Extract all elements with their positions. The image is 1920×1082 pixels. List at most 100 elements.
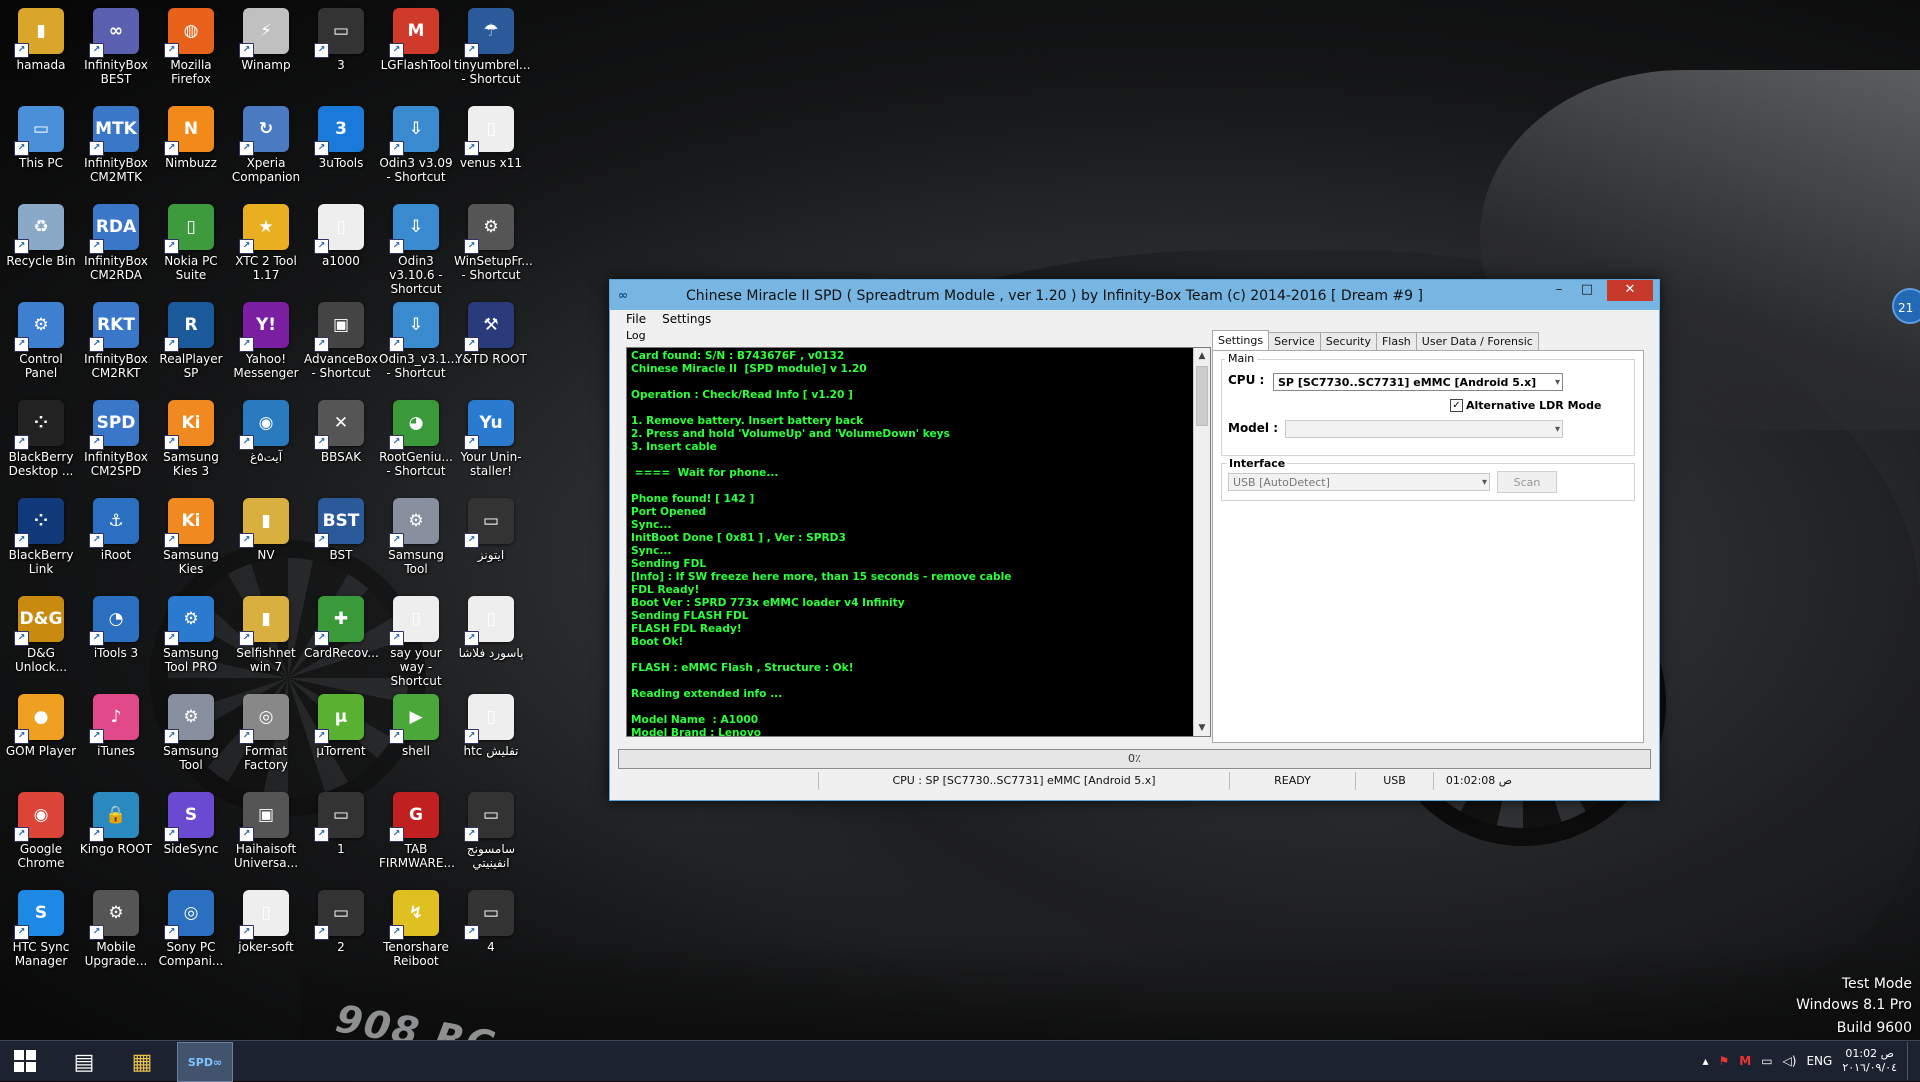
desktop-icon[interactable]: ● ↗ GOM Player bbox=[4, 686, 78, 758]
desktop-icon[interactable]: ▣ ↗ Haihaisoft Universa... bbox=[229, 784, 303, 870]
title-bar[interactable]: ∞ Chinese Miracle II SPD ( Spreadtrum Mo… bbox=[610, 280, 1659, 310]
desktop-icon[interactable]: ▯ ↗ htc تفليش bbox=[454, 686, 528, 758]
desktop-icon[interactable]: ▯ ↗ a1000 bbox=[304, 196, 378, 268]
desktop-icon[interactable]: G ↗ TAB FIRMWARE... bbox=[379, 784, 455, 870]
desktop-icon[interactable]: µ ↗ µTorrent bbox=[304, 686, 378, 758]
desktop-icon[interactable]: 🔒 ↗ Kingo ROOT bbox=[79, 784, 153, 856]
desktop-icon[interactable]: D&G ↗ D&G Unlock... bbox=[4, 588, 78, 674]
tab-security[interactable]: Security bbox=[1319, 332, 1377, 350]
desktop-icon[interactable]: ▭ ↗ 2 bbox=[304, 882, 378, 954]
desktop-icon[interactable]: ▯ ↗ joker-soft bbox=[229, 882, 303, 954]
tab-user-data-forensic[interactable]: User Data / Forensic bbox=[1415, 332, 1539, 350]
desktop-icon[interactable]: Y! ↗ Yahoo! Messenger bbox=[229, 294, 303, 380]
desktop-icon[interactable]: ▮ ↗ Selfishnet win 7 bbox=[229, 588, 303, 674]
show-desktop-button[interactable] bbox=[1907, 1042, 1912, 1080]
desktop-icon[interactable]: ♻ ↗ Recycle Bin bbox=[4, 196, 78, 268]
close-button[interactable]: ✕ bbox=[1607, 280, 1653, 301]
desktop-icon[interactable]: ⁘ ↗ BlackBerry Link bbox=[4, 490, 78, 576]
scroll-thumb[interactable] bbox=[1196, 366, 1208, 426]
desktop-icon[interactable]: ⚙ ↗ Control Panel bbox=[4, 294, 78, 380]
desktop-icon[interactable]: ▯ ↗ پاسورد فلاشا bbox=[454, 588, 528, 660]
log-panel[interactable]: Card found: S/N : B743676F , v0132 Chines… bbox=[626, 347, 1211, 737]
desktop-icon[interactable]: S ↗ HTC Sync Manager bbox=[4, 882, 78, 968]
desktop-icon[interactable]: ▭ ↗ 3 bbox=[304, 0, 378, 72]
desktop-icon[interactable]: ◎ ↗ Sony PC Compani... bbox=[154, 882, 228, 968]
desktop-icon[interactable]: ▭ ↗ سامسونج انفينيتي bbox=[454, 784, 528, 870]
desktop-icon[interactable]: ⚒ ↗ Y&TD ROOT bbox=[454, 294, 528, 366]
desktop-icon[interactable]: ⚡ ↗ Winamp bbox=[229, 0, 303, 72]
scan-button[interactable]: Scan bbox=[1497, 471, 1557, 493]
network-icon[interactable]: ▭ bbox=[1761, 1054, 1772, 1068]
clock[interactable]: 01:02 ص ٢٠١٦/٠٩/٠٤ bbox=[1842, 1047, 1897, 1075]
edge-notification-badge[interactable]: 21 bbox=[1892, 288, 1920, 324]
desktop-icon[interactable]: RKT ↗ InfinityBox CM2RKT bbox=[79, 294, 153, 380]
desktop-icon[interactable]: S ↗ SideSync bbox=[154, 784, 228, 856]
desktop-icon[interactable]: ▯ ↗ say your way - Shortcut bbox=[379, 588, 453, 688]
desktop-icon[interactable]: ▭ ↗ ایتونز bbox=[454, 490, 528, 562]
taskbar-spd-app[interactable]: SPD∞ bbox=[177, 1042, 233, 1082]
desktop-icon[interactable]: ⇩ ↗ Odin3_v3.1... - Shortcut bbox=[379, 294, 458, 380]
menu-file[interactable]: File bbox=[626, 310, 646, 328]
desktop-icon[interactable]: ◕ ↗ RootGeniu... - Shortcut bbox=[379, 392, 453, 478]
maximize-button[interactable]: □ bbox=[1573, 280, 1601, 301]
desktop-icon[interactable]: BST ↗ BST bbox=[304, 490, 378, 562]
scroll-up-icon[interactable]: ▲ bbox=[1194, 348, 1210, 364]
desktop-icon[interactable]: ↻ ↗ Xperia Companion bbox=[229, 98, 303, 184]
interface-select[interactable]: USB [AutoDetect] ▾ bbox=[1228, 473, 1490, 491]
desktop-icon[interactable]: N ↗ Nimbuzz bbox=[154, 98, 228, 170]
desktop-icon[interactable]: ▮ ↗ hamada bbox=[4, 0, 78, 72]
desktop-icon[interactable]: ⚙ ↗ Samsung Tool bbox=[379, 490, 453, 576]
scroll-down-icon[interactable]: ▼ bbox=[1194, 720, 1210, 736]
desktop-icon[interactable]: ▭ ↗ This PC bbox=[4, 98, 78, 170]
spd-window[interactable]: ∞ Chinese Miracle II SPD ( Spreadtrum Mo… bbox=[609, 279, 1660, 801]
desktop-icon[interactable]: RDA ↗ InfinityBox CM2RDA bbox=[79, 196, 153, 282]
desktop-icon[interactable]: Yu ↗ Your Unin-staller! bbox=[454, 392, 528, 478]
desktop-icon[interactable]: ▮ ↗ NV bbox=[229, 490, 303, 562]
tray-expand-icon[interactable]: ▴ bbox=[1702, 1054, 1708, 1068]
taskbar-explorer[interactable]: ▦ bbox=[114, 1042, 170, 1082]
volume-icon[interactable]: ◁) bbox=[1783, 1054, 1797, 1068]
desktop-icon[interactable]: Ki ↗ Samsung Kies bbox=[154, 490, 228, 576]
alt-ldr-checkbox[interactable]: ✓ Alternative LDR Mode bbox=[1450, 399, 1601, 412]
desktop-icon[interactable]: Ki ↗ Samsung Kies 3 bbox=[154, 392, 228, 478]
taskbar-network-app[interactable]: ▤ bbox=[56, 1042, 112, 1082]
m-app-icon[interactable]: M bbox=[1739, 1054, 1751, 1068]
cpu-select[interactable]: SP [SC7730..SC7731] eMMC [Android 5.x] ▾ bbox=[1273, 373, 1563, 391]
desktop-icon[interactable]: ◎ ↗ Format Factory bbox=[229, 686, 303, 772]
desktop-icon[interactable]: ▯ ↗ venus x11 bbox=[454, 98, 528, 170]
desktop-icon[interactable]: ♪ ↗ iTunes bbox=[79, 686, 153, 758]
desktop-icon[interactable]: ↯ ↗ Tenorshare Reiboot bbox=[379, 882, 453, 968]
desktop-icon[interactable]: ▯ ↗ Nokia PC Suite bbox=[154, 196, 228, 282]
desktop-icon[interactable]: R ↗ RealPlayer SP bbox=[154, 294, 228, 380]
desktop-icon[interactable]: ☂ ↗ tinyumbrel... - Shortcut bbox=[454, 0, 531, 86]
flag-icon[interactable]: ⚑ bbox=[1718, 1054, 1729, 1068]
desktop-icon[interactable]: ▭ ↗ 4 bbox=[454, 882, 528, 954]
language-indicator[interactable]: ENG bbox=[1806, 1054, 1832, 1068]
minimize-button[interactable]: – bbox=[1545, 280, 1573, 301]
desktop-icon[interactable]: ⇩ ↗ Odin3 v3.10.6 - Shortcut bbox=[379, 196, 453, 296]
desktop-icon[interactable]: ◉ ↗ آیت۵غ bbox=[229, 392, 303, 464]
desktop-icon[interactable]: ▭ ↗ 1 bbox=[304, 784, 378, 856]
desktop-icon[interactable]: ⇩ ↗ Odin3 v3.09 - Shortcut bbox=[379, 98, 453, 184]
desktop-icon[interactable]: 3 ↗ 3uTools bbox=[304, 98, 378, 170]
desktop-icon[interactable]: ⚙ ↗ Mobile Upgrade... bbox=[79, 882, 153, 968]
desktop-icon[interactable]: ◔ ↗ iTools 3 bbox=[79, 588, 153, 660]
desktop-icon[interactable]: ⚙ ↗ Samsung Tool PRO bbox=[154, 588, 228, 674]
log-scrollbar[interactable]: ▲ ▼ bbox=[1193, 348, 1210, 736]
desktop-icon[interactable]: ✚ ↗ CardRecov... bbox=[304, 588, 379, 660]
desktop-icon[interactable]: ⚙ ↗ WinSetupFr... - Shortcut bbox=[454, 196, 533, 282]
tab-service[interactable]: Service bbox=[1268, 332, 1321, 350]
tab-flash[interactable]: Flash bbox=[1375, 332, 1417, 350]
desktop-icon[interactable]: ⚙ ↗ Samsung Tool bbox=[154, 686, 228, 772]
desktop-icon[interactable]: ⁘ ↗ BlackBerry Desktop ... bbox=[4, 392, 78, 478]
desktop-icon[interactable]: ▣ ↗ AdvanceBox - Shortcut bbox=[304, 294, 378, 380]
desktop-icon[interactable]: ★ ↗ XTC 2 Tool 1.17 bbox=[229, 196, 303, 282]
desktop-icon[interactable]: ∞ ↗ InfinityBox BEST bbox=[79, 0, 153, 86]
desktop-icon[interactable]: ◍ ↗ Mozilla Firefox bbox=[154, 0, 228, 86]
desktop-icon[interactable]: ✕ ↗ BBSAK bbox=[304, 392, 378, 464]
desktop-icon[interactable]: MTK ↗ InfinityBox CM2MTK bbox=[79, 98, 153, 184]
desktop-icon[interactable]: SPD ↗ InfinityBox CM2SPD bbox=[79, 392, 153, 478]
desktop-icon[interactable]: M ↗ LGFlashTool bbox=[379, 0, 453, 72]
tab-settings[interactable]: Settings bbox=[1212, 330, 1270, 350]
desktop-icon[interactable]: ◉ ↗ Google Chrome bbox=[4, 784, 78, 870]
